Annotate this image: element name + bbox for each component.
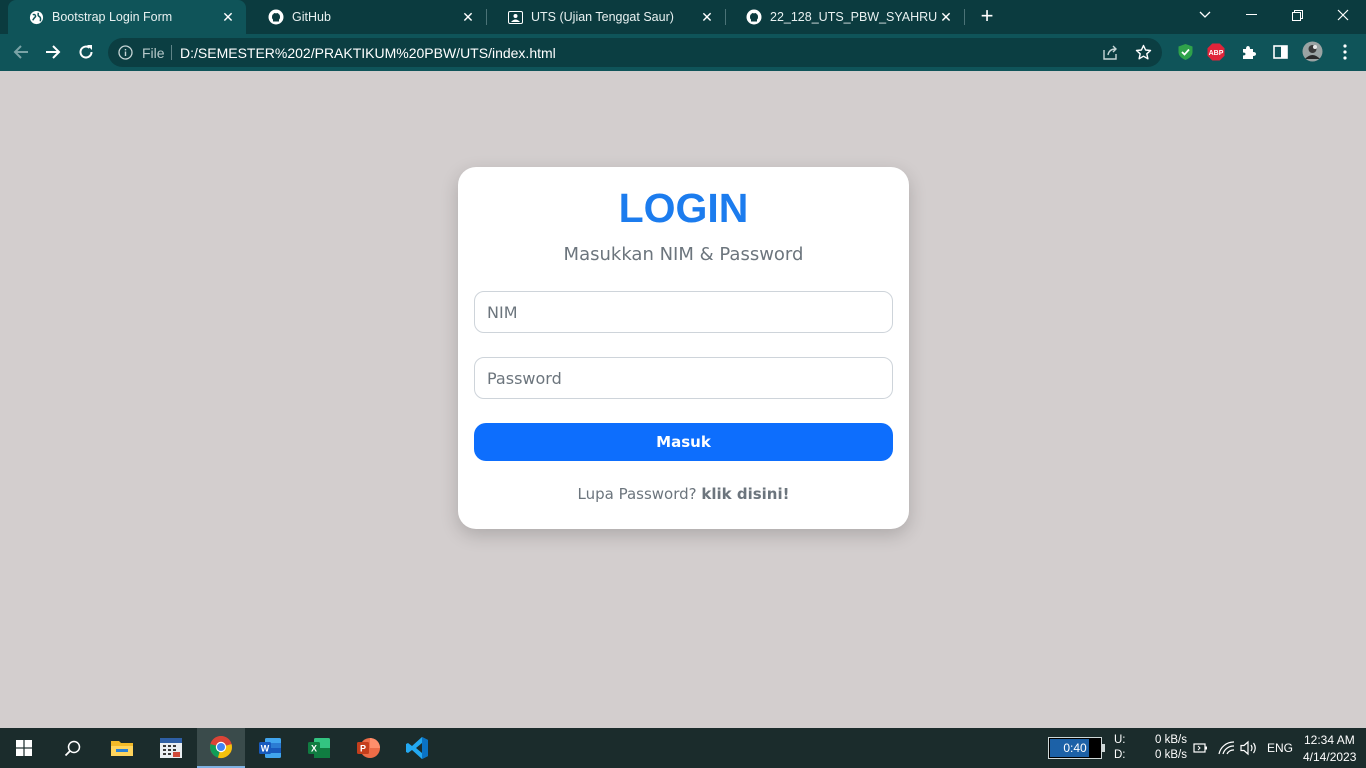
new-tab-button[interactable]: +: [976, 5, 998, 28]
globe-icon: [28, 9, 44, 25]
battery-meter[interactable]: 0:40: [1048, 737, 1102, 759]
language-indicator[interactable]: ENG: [1267, 741, 1293, 755]
profile-avatar[interactable]: [1302, 41, 1323, 62]
github-icon: [268, 9, 284, 25]
minimize-icon[interactable]: [1228, 0, 1274, 30]
windows-taskbar: W X P 0:40 U: D: 0 kB/s 0 kB/s ENG 12:34…: [0, 728, 1366, 768]
bookmark-star-icon[interactable]: [1135, 44, 1152, 61]
net-upload-speed: 0 kB/s: [1155, 734, 1187, 746]
side-panel-icon[interactable]: [1271, 43, 1289, 61]
chrome-icon[interactable]: [197, 728, 245, 768]
close-icon[interactable]: ✕: [938, 9, 954, 25]
tab-title: 22_128_UTS_PBW_SYAHRUL-RAMADHAN: [770, 10, 938, 24]
nim-input[interactable]: [474, 291, 893, 333]
abp-label: ABP: [1209, 50, 1224, 57]
wifi-icon[interactable]: [1218, 740, 1235, 761]
calendar-app-icon[interactable]: [147, 728, 195, 768]
tab-title: GitHub: [292, 10, 331, 24]
address-bar[interactable]: File D:/SEMESTER%202/PRAKTIKUM%20PBW/UTS…: [108, 38, 1162, 67]
tab-search-chevron-icon[interactable]: [1182, 0, 1228, 30]
address-divider: [171, 45, 172, 60]
forgot-password-link[interactable]: klik disini!: [701, 485, 789, 503]
powerpoint-icon[interactable]: P: [344, 728, 392, 768]
shield-extension-icon[interactable]: [1176, 43, 1194, 61]
net-upload-label: U:: [1114, 734, 1126, 746]
forgot-password-text: Lupa Password?: [577, 485, 697, 503]
browser-toolbar: File D:/SEMESTER%202/PRAKTIKUM%20PBW/UTS…: [0, 34, 1366, 71]
file-explorer-icon[interactable]: [98, 728, 146, 768]
close-icon[interactable]: ✕: [699, 9, 715, 25]
excel-icon[interactable]: X: [295, 728, 343, 768]
login-title: LOGIN: [618, 185, 749, 231]
tab-divider: [964, 9, 965, 25]
tab-github-repo[interactable]: 22_128_UTS_PBW_SYAHRUL-RAMADHAN ✕: [726, 0, 964, 34]
share-icon[interactable]: [1102, 44, 1119, 61]
forward-arrow-icon[interactable]: [40, 39, 66, 65]
image-icon: [507, 9, 523, 25]
battery-nub: [1102, 744, 1105, 752]
vscode-icon[interactable]: [393, 728, 441, 768]
abp-extension-icon[interactable]: ABP: [1207, 43, 1225, 61]
tab-title: Bootstrap Login Form: [52, 10, 173, 24]
clock-time[interactable]: 12:34 AM: [1304, 733, 1355, 747]
tab-github[interactable]: GitHub ✕: [248, 0, 486, 34]
forgot-password: Lupa Password? klik disini!: [458, 485, 909, 503]
net-download-label: D:: [1114, 749, 1126, 761]
close-icon[interactable]: ✕: [460, 9, 476, 25]
login-card: LOGIN Masukkan NIM & Password Masuk Lupa…: [458, 167, 909, 529]
scheme-label: File: [142, 45, 165, 61]
close-icon[interactable]: ✕: [220, 9, 236, 25]
power-plug-icon[interactable]: [1193, 741, 1209, 760]
windows-start-icon[interactable]: [0, 728, 48, 768]
login-subtitle: Masukkan NIM & Password: [563, 244, 804, 265]
svg-text:X: X: [311, 744, 317, 754]
password-input[interactable]: [474, 357, 893, 399]
net-download-speed: 0 kB/s: [1155, 749, 1187, 761]
masuk-button[interactable]: Masuk: [474, 423, 893, 461]
svg-text:P: P: [360, 744, 366, 754]
volume-icon[interactable]: [1240, 740, 1258, 761]
url-text[interactable]: D:/SEMESTER%202/PRAKTIKUM%20PBW/UTS/inde…: [180, 45, 556, 61]
search-icon[interactable]: [48, 728, 96, 768]
tab-title: UTS (Ujian Tenggat Saur): [531, 10, 674, 24]
restore-icon[interactable]: [1274, 0, 1320, 30]
svg-text:W: W: [261, 744, 270, 754]
tab-bootstrap-login-form[interactable]: Bootstrap Login Form ✕: [8, 0, 246, 34]
back-arrow-icon[interactable]: [8, 39, 34, 65]
clock-date[interactable]: 4/14/2023: [1303, 750, 1356, 764]
menu-dots-icon[interactable]: [1336, 43, 1354, 61]
github-icon: [746, 9, 762, 25]
info-icon[interactable]: [118, 45, 133, 60]
puzzle-extensions-icon[interactable]: [1239, 43, 1257, 61]
word-icon[interactable]: W: [246, 728, 294, 768]
close-window-icon[interactable]: [1320, 0, 1366, 30]
tab-uts[interactable]: UTS (Ujian Tenggat Saur) ✕: [487, 0, 725, 34]
reload-icon[interactable]: [73, 39, 99, 65]
battery-time: 0:40: [1063, 741, 1087, 755]
browser-tab-strip: Bootstrap Login Form ✕ GitHub ✕ UTS (Uji…: [0, 0, 1366, 34]
